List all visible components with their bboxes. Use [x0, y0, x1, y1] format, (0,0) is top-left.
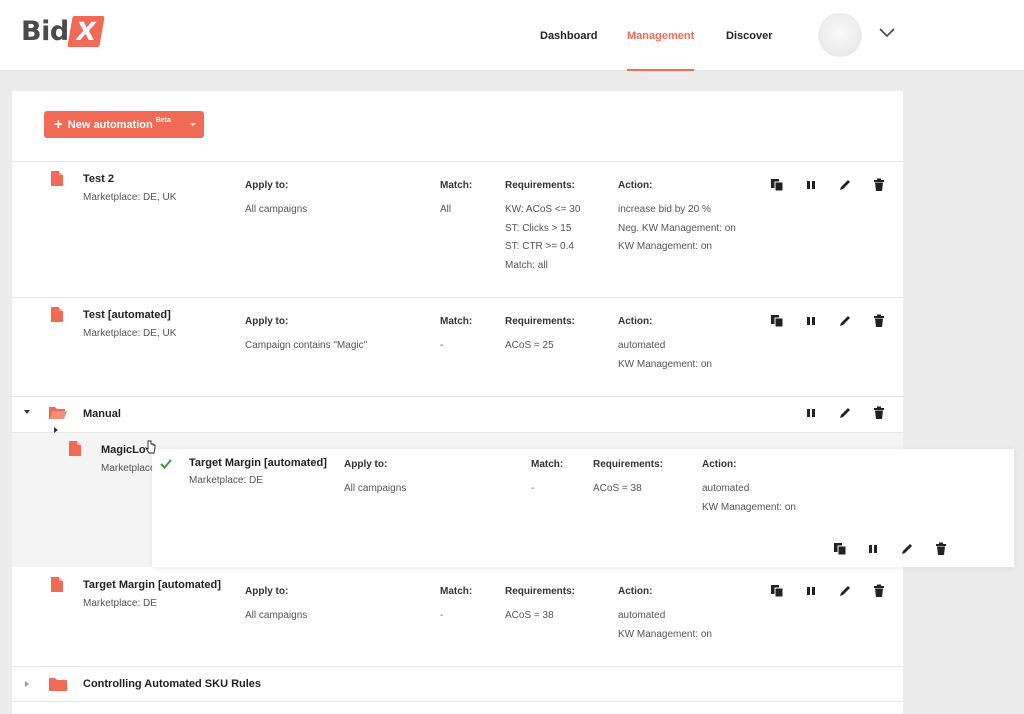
- delete-icon: [936, 542, 946, 555]
- action-value: KW Management: on: [618, 629, 712, 640]
- new-automation-button[interactable]: + New automation Beta: [44, 111, 204, 138]
- top-bar: Bid X Dashboard Management Discover: [0, 0, 1024, 71]
- nav-management[interactable]: Management: [627, 0, 695, 71]
- copy-icon[interactable]: [770, 178, 784, 192]
- action-value: automated: [618, 610, 666, 621]
- avatar[interactable]: [818, 13, 862, 57]
- rule-marketplace: Marketplace: DE: [83, 598, 157, 609]
- divider: [12, 396, 903, 397]
- match-value: All: [440, 204, 452, 215]
- logo-mark: X: [66, 15, 105, 47]
- requirement: ACoS = 25: [505, 340, 554, 351]
- logo-text: Bid: [21, 15, 69, 47]
- rule-marketplace: Marketplace: DE, UK: [83, 328, 177, 339]
- requirements-header: Requirements:: [505, 316, 576, 327]
- requirement: Match: all: [505, 260, 548, 271]
- pause-icon: [869, 545, 877, 553]
- match-header: Match:: [440, 316, 473, 327]
- ghost-apply-header: Apply to:: [344, 459, 388, 470]
- ghost-requirements-header: Requirements:: [593, 459, 664, 470]
- divider: [12, 666, 903, 667]
- edit-icon: [902, 544, 912, 554]
- divider: [12, 161, 903, 162]
- match-value: -: [440, 340, 444, 351]
- folder-name[interactable]: Manual: [83, 409, 121, 420]
- rule-name[interactable]: Test 2: [83, 174, 114, 185]
- delete-icon[interactable]: [872, 178, 886, 192]
- apply-header: Apply to:: [245, 180, 289, 191]
- ghost-match-value: -: [531, 483, 535, 494]
- action-value: KW Management: on: [618, 359, 712, 370]
- apply-header: Apply to:: [245, 316, 289, 327]
- beta-badge: Beta: [155, 117, 171, 124]
- rule-name[interactable]: Test [automated]: [83, 310, 171, 321]
- copy-icon: [834, 543, 847, 556]
- ghost-action-value: KW Management: on: [702, 502, 796, 513]
- apply-value: All campaigns: [245, 204, 308, 215]
- copy-icon[interactable]: [770, 584, 784, 598]
- requirement: ST: Clicks > 15: [505, 223, 572, 234]
- expand-toggle[interactable]: [25, 681, 29, 687]
- ghost-marketplace: Marketplace: DE: [189, 475, 263, 486]
- expand-toggle[interactable]: [54, 427, 58, 433]
- ghost-rule-name: Target Margin [automated]: [189, 457, 327, 469]
- rule-marketplace-partial: Marketplace: [101, 463, 156, 474]
- action-header: Action:: [618, 316, 653, 327]
- requirement: ST: CTR >= 0.4: [505, 241, 574, 252]
- action-header: Action:: [618, 180, 653, 191]
- delete-icon[interactable]: [872, 406, 886, 420]
- action-header: Action:: [618, 586, 653, 597]
- copy-icon[interactable]: [770, 314, 784, 328]
- apply-value: Campaign contains "Magic": [245, 340, 368, 351]
- requirement: ACoS = 38: [505, 610, 554, 621]
- edit-icon[interactable]: [838, 584, 852, 598]
- requirements-header: Requirements:: [505, 586, 576, 597]
- bidx-logo[interactable]: Bid X: [21, 14, 105, 48]
- ghost-apply-value: All campaigns: [344, 483, 407, 494]
- right-gutter: [903, 72, 1024, 714]
- action-value: automated: [618, 340, 666, 351]
- divider: [12, 701, 903, 702]
- pause-icon[interactable]: [804, 178, 818, 192]
- plus-icon: +: [54, 116, 63, 133]
- action-value: KW Management: on: [618, 241, 712, 252]
- pause-icon[interactable]: [804, 406, 818, 420]
- chevron-down-icon[interactable]: [878, 26, 896, 40]
- edit-icon[interactable]: [838, 406, 852, 420]
- folder-open-icon: [49, 407, 67, 419]
- ghost-action-value: automated: [702, 483, 750, 494]
- folder-name[interactable]: Controlling Automated SKU Rules: [83, 679, 261, 690]
- action-value: Neg. KW Management: on: [618, 223, 736, 234]
- new-automation-label: New automation: [67, 118, 153, 131]
- pointer-cursor-icon: [145, 440, 156, 454]
- ghost-requirement: ACoS = 38: [593, 483, 642, 494]
- collapse-toggle[interactable]: [24, 410, 30, 414]
- apply-header: Apply to:: [245, 586, 289, 597]
- rule-name[interactable]: Target Margin [automated]: [83, 580, 221, 591]
- divider: [12, 297, 903, 298]
- action-value: increase bid by 20 %: [618, 204, 711, 215]
- match-value: -: [440, 610, 444, 621]
- ghost-action-header: Action:: [702, 459, 737, 470]
- edit-icon[interactable]: [838, 178, 852, 192]
- pause-icon[interactable]: [804, 314, 818, 328]
- delete-icon[interactable]: [872, 584, 886, 598]
- match-header: Match:: [440, 586, 473, 597]
- requirement: KW: ACoS <= 30: [505, 204, 581, 215]
- nav-dashboard[interactable]: Dashboard: [540, 0, 597, 71]
- edit-icon[interactable]: [838, 314, 852, 328]
- check-icon: [160, 459, 172, 469]
- caret-down-icon[interactable]: [190, 123, 196, 126]
- folder-icon: [49, 678, 67, 691]
- rule-name-partial[interactable]: MagicLo: [101, 445, 146, 456]
- match-header: Match:: [440, 180, 473, 191]
- pause-icon[interactable]: [804, 584, 818, 598]
- rule-marketplace: Marketplace: DE, UK: [83, 192, 177, 203]
- apply-value: All campaigns: [245, 610, 308, 621]
- delete-icon[interactable]: [872, 314, 886, 328]
- ghost-match-header: Match:: [531, 459, 564, 470]
- requirements-header: Requirements:: [505, 180, 576, 191]
- nav-discover[interactable]: Discover: [726, 0, 772, 71]
